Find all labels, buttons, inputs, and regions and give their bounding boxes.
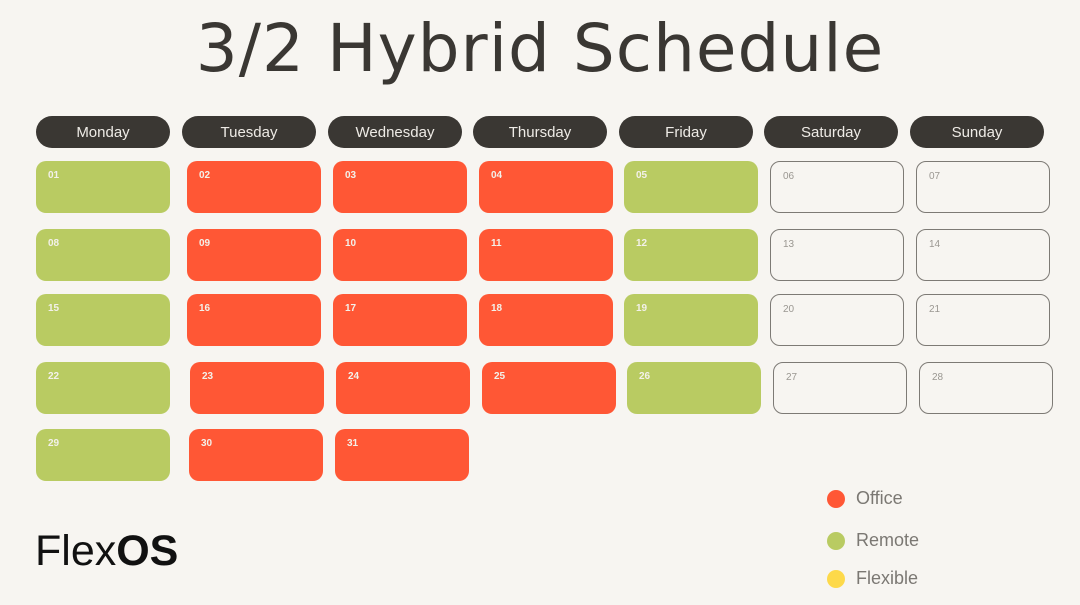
day-cell-remote[interactable]: 01 [36, 161, 170, 213]
page-title: 3/2 Hybrid Schedule [195, 10, 885, 87]
day-header-monday: Monday [36, 116, 170, 148]
day-cell-office[interactable]: 23 [190, 362, 324, 414]
day-number: 13 [783, 239, 795, 250]
day-cell-office[interactable]: 24 [336, 362, 470, 414]
day-cell-remote[interactable]: 08 [36, 229, 170, 281]
day-cell-empty[interactable]: 14 [916, 229, 1050, 281]
day-number: 18 [491, 303, 503, 314]
day-cell-remote[interactable]: 15 [36, 294, 170, 346]
day-cell-remote[interactable]: 22 [36, 362, 170, 414]
day-cell-empty[interactable]: 07 [916, 161, 1050, 213]
day-number: 24 [348, 371, 360, 382]
legend-dot-icon [827, 532, 845, 550]
day-number: 29 [48, 438, 60, 449]
day-cell-office[interactable]: 17 [333, 294, 467, 346]
day-header-thursday: Thursday [473, 116, 607, 148]
day-cell-office[interactable]: 18 [479, 294, 613, 346]
day-cell-office[interactable]: 09 [187, 229, 321, 281]
day-number: 08 [48, 238, 60, 249]
flexos-logo: FlexOS [35, 527, 178, 576]
day-cell-empty[interactable]: 20 [770, 294, 904, 346]
day-header-saturday: Saturday [764, 116, 898, 148]
day-cell-remote[interactable]: 29 [36, 429, 170, 481]
day-cell-empty[interactable]: 13 [770, 229, 904, 281]
day-number: 07 [929, 171, 941, 182]
day-number: 21 [929, 304, 941, 315]
day-cell-remote[interactable]: 19 [624, 294, 758, 346]
day-number: 02 [199, 170, 211, 181]
day-cell-office[interactable]: 03 [333, 161, 467, 213]
day-cell-empty[interactable]: 06 [770, 161, 904, 213]
legend-dot-icon [827, 570, 845, 588]
day-cell-office[interactable]: 30 [189, 429, 323, 481]
day-number: 27 [786, 372, 798, 383]
day-number: 11 [491, 238, 502, 249]
day-header-tuesday: Tuesday [182, 116, 316, 148]
day-number: 22 [48, 371, 60, 382]
day-cell-office[interactable]: 31 [335, 429, 469, 481]
day-number: 15 [48, 303, 60, 314]
day-number: 14 [929, 239, 941, 250]
day-number: 17 [345, 303, 357, 314]
day-cell-office[interactable]: 11 [479, 229, 613, 281]
day-number: 25 [494, 371, 506, 382]
day-number: 30 [201, 438, 213, 449]
day-header-wednesday: Wednesday [328, 116, 462, 148]
day-cell-office[interactable]: 16 [187, 294, 321, 346]
day-header-friday: Friday [619, 116, 753, 148]
day-header-sunday: Sunday [910, 116, 1044, 148]
day-cell-remote[interactable]: 12 [624, 229, 758, 281]
day-cell-office[interactable]: 04 [479, 161, 613, 213]
day-number: 09 [199, 238, 211, 249]
day-cell-empty[interactable]: 27 [773, 362, 907, 414]
day-cell-office[interactable]: 10 [333, 229, 467, 281]
day-number: 19 [636, 303, 648, 314]
day-cell-office[interactable]: 02 [187, 161, 321, 213]
day-number: 03 [345, 170, 357, 181]
day-cell-remote[interactable]: 05 [624, 161, 758, 213]
legend-label: Flexible [856, 568, 919, 588]
day-number: 10 [345, 238, 357, 249]
logo-bold: OS [116, 527, 179, 575]
day-cell-empty[interactable]: 21 [916, 294, 1050, 346]
day-number: 20 [783, 304, 795, 315]
legend-label: Remote [856, 530, 920, 550]
day-number: 05 [636, 170, 648, 181]
legend-dot-icon [827, 490, 845, 508]
day-number: 28 [932, 372, 944, 383]
legend-label: Office [856, 488, 903, 508]
day-number: 16 [199, 303, 211, 314]
day-number: 04 [491, 170, 503, 181]
day-number: 23 [202, 371, 214, 382]
logo-light: Flex [35, 527, 117, 575]
day-cell-office[interactable]: 25 [482, 362, 616, 414]
day-cell-empty[interactable]: 28 [919, 362, 1053, 414]
day-number: 26 [639, 371, 651, 382]
day-number: 12 [636, 238, 648, 249]
day-number: 06 [783, 171, 795, 182]
day-number: 31 [347, 438, 359, 449]
day-number: 01 [48, 170, 60, 181]
day-cell-remote[interactable]: 26 [627, 362, 761, 414]
